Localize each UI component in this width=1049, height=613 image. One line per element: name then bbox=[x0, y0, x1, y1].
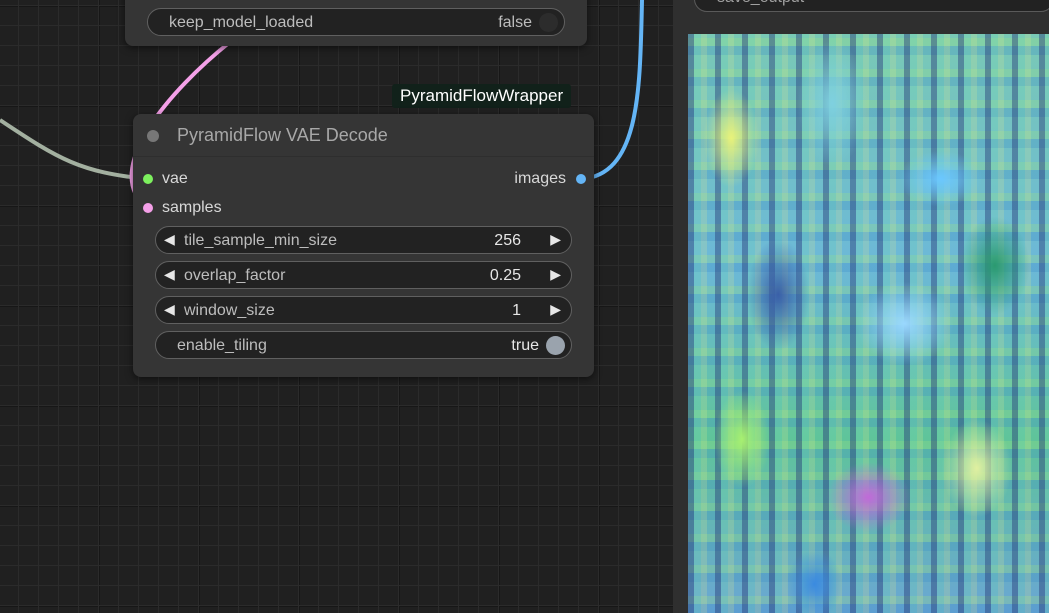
widget-label: window_size bbox=[184, 302, 275, 319]
node-title: PyramidFlow VAE Decode bbox=[177, 125, 388, 145]
images-output-dot-icon[interactable] bbox=[576, 174, 586, 184]
increment-arrow-icon[interactable]: ▶ bbox=[550, 231, 561, 248]
increment-arrow-icon[interactable]: ▶ bbox=[550, 301, 561, 318]
collapse-dot-icon[interactable] bbox=[147, 130, 159, 142]
widget-value: 0.25 bbox=[489, 267, 521, 284]
filename-prefix-input[interactable]: save_output bbox=[694, 0, 1049, 12]
samples-input-dot-icon[interactable] bbox=[143, 203, 153, 213]
samples-input-label: samples bbox=[162, 199, 222, 216]
decrement-arrow-icon[interactable]: ◀ bbox=[164, 266, 175, 283]
widget-value: 256 bbox=[494, 232, 521, 249]
decrement-arrow-icon[interactable]: ◀ bbox=[164, 231, 175, 248]
window-size-widget[interactable]: ◀ window_size 1 ▶ bbox=[155, 296, 572, 324]
overlap-factor-widget[interactable]: ◀ overlap_factor 0.25 ▶ bbox=[155, 261, 572, 289]
save-image-node[interactable]: save_output bbox=[673, 0, 1049, 613]
vae-link bbox=[0, 118, 148, 181]
toggle-knob bbox=[539, 13, 558, 32]
vae-input-label: vae bbox=[162, 170, 188, 187]
enable-tiling-toggle[interactable]: enable_tiling true bbox=[155, 331, 572, 359]
widget-value: 1 bbox=[512, 302, 521, 319]
toggle-label: enable_tiling bbox=[177, 337, 267, 354]
toggle-value: true bbox=[511, 337, 539, 354]
widget-label: tile_sample_min_size bbox=[184, 232, 337, 249]
images-output-label: images bbox=[514, 170, 566, 187]
loader-node[interactable]: keep_model_loaded false bbox=[125, 0, 587, 46]
keep-model-loaded-toggle[interactable]: keep_model_loaded false bbox=[147, 8, 565, 36]
node-title-bar[interactable]: PyramidFlow VAE Decode bbox=[133, 114, 594, 157]
image-preview bbox=[688, 34, 1049, 613]
toggle-knob bbox=[546, 336, 565, 355]
filename-prefix-value: save_output bbox=[717, 0, 804, 7]
toggle-value: false bbox=[498, 14, 532, 31]
toggle-label: keep_model_loaded bbox=[169, 14, 314, 31]
vae-input-dot-icon[interactable] bbox=[143, 174, 153, 184]
decrement-arrow-icon[interactable]: ◀ bbox=[164, 301, 175, 318]
increment-arrow-icon[interactable]: ▶ bbox=[550, 266, 561, 283]
node-badge: PyramidFlowWrapper bbox=[392, 84, 572, 108]
tile-sample-min-size-widget[interactable]: ◀ tile_sample_min_size 256 ▶ bbox=[155, 226, 572, 254]
vae-decode-node[interactable]: PyramidFlow VAE Decode vae samples image… bbox=[133, 114, 594, 377]
widget-label: overlap_factor bbox=[184, 267, 286, 284]
